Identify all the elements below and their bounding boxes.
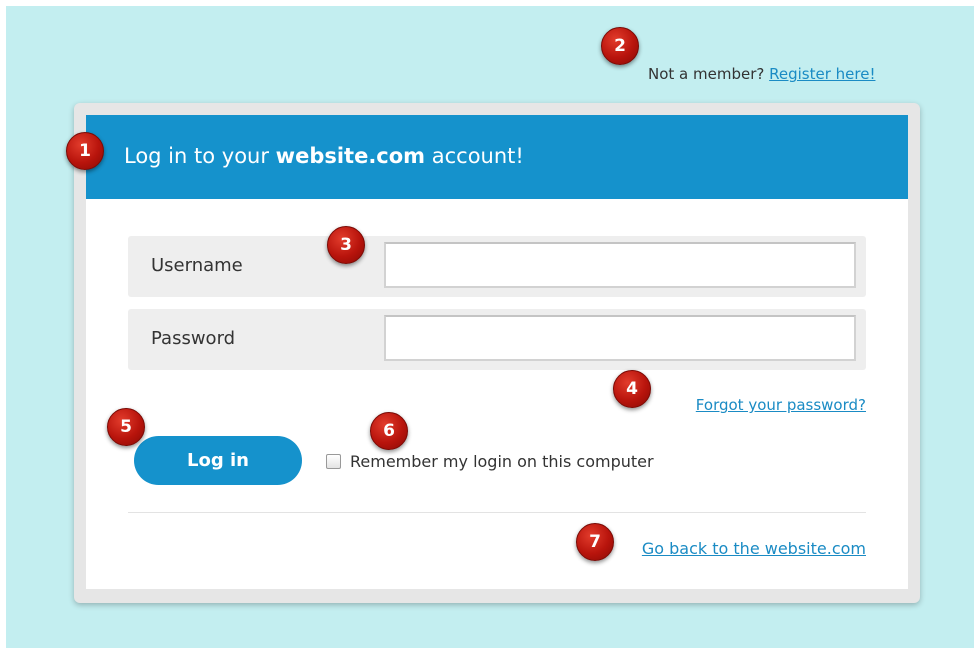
page-background: Not a member? Register here! Log in to y… xyxy=(6,6,974,648)
page-title: Log in to your website.com account! xyxy=(124,144,524,168)
annotation-badge-3: 3 xyxy=(327,226,365,264)
annotation-badge-4: 4 xyxy=(613,370,651,408)
register-link[interactable]: Register here! xyxy=(769,65,875,83)
username-input[interactable] xyxy=(384,242,856,288)
password-row: Password xyxy=(128,309,866,370)
forgot-password-link[interactable]: Forgot your password? xyxy=(696,396,866,414)
annotation-badge-2: 2 xyxy=(601,27,639,65)
annotation-badge-5: 5 xyxy=(107,408,145,446)
password-label: Password xyxy=(151,328,236,349)
remember-checkbox[interactable] xyxy=(326,454,341,469)
password-input[interactable] xyxy=(384,315,856,361)
title-site: website.com xyxy=(275,144,426,168)
remember-label: Remember my login on this computer xyxy=(350,452,654,471)
login-card-body: Log in to your website.com account! User… xyxy=(86,115,908,589)
register-prompt: Not a member? Register here! xyxy=(648,65,875,83)
login-header: Log in to your website.com account! xyxy=(86,115,908,199)
go-back-link[interactable]: Go back to the website.com xyxy=(642,539,866,558)
title-prefix: Log in to your xyxy=(124,144,269,168)
annotation-badge-6: 6 xyxy=(370,412,408,450)
annotation-badge-1: 1 xyxy=(66,132,104,170)
divider xyxy=(128,512,866,513)
login-button[interactable]: Log in xyxy=(134,436,302,485)
username-label: Username xyxy=(151,255,243,276)
remember-login[interactable]: Remember my login on this computer xyxy=(326,452,654,471)
annotation-badge-7: 7 xyxy=(576,523,614,561)
title-suffix: account! xyxy=(431,144,524,168)
login-card: Log in to your website.com account! User… xyxy=(74,103,920,603)
register-prompt-text: Not a member? xyxy=(648,65,765,83)
username-row: Username xyxy=(128,236,866,297)
